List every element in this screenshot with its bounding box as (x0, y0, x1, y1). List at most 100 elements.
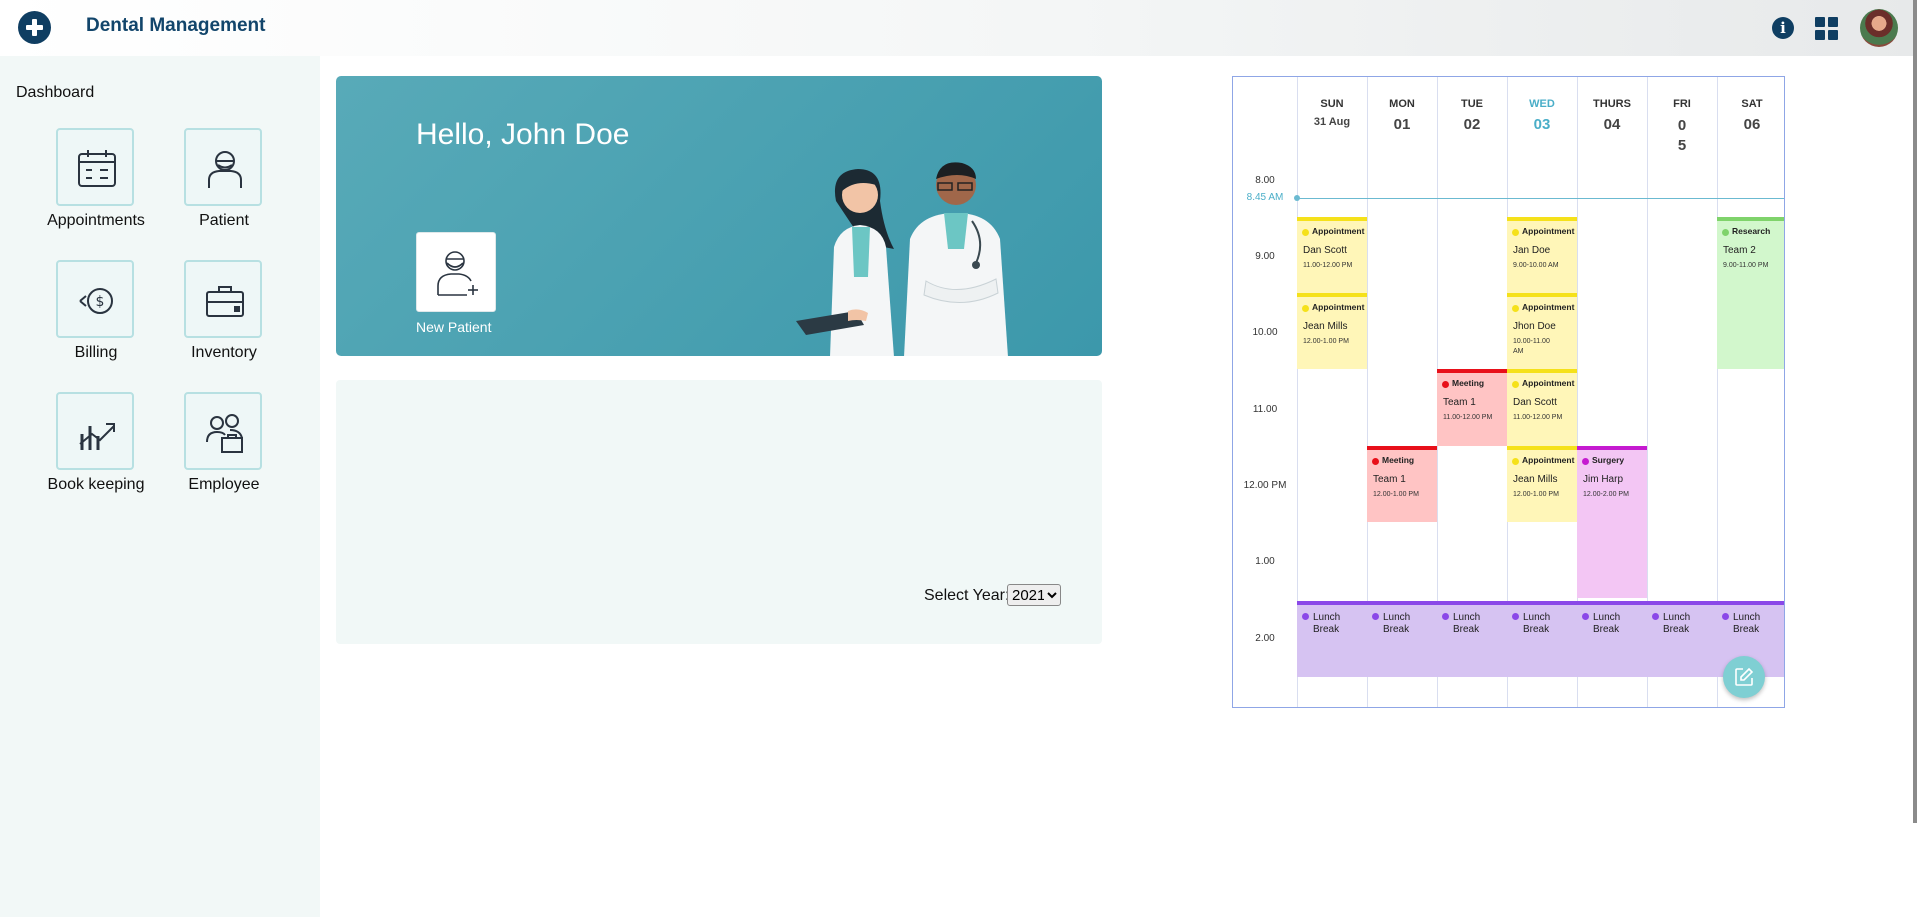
event-surgery[interactable]: Surgery Jim Harp 12.00-2.00 PM (1577, 446, 1647, 598)
event-lunch-break[interactable]: Lunch Break (1297, 601, 1367, 677)
event-type: Appointment (1522, 226, 1575, 236)
bookkeeping-icon (79, 423, 115, 450)
hour-label: 9.00 (1255, 251, 1275, 262)
event-lunch-break[interactable]: Lunch Break (1507, 601, 1577, 677)
day-date-sat: 06 (1743, 116, 1761, 133)
billing-icon: $ (79, 288, 113, 314)
year-select[interactable]: 2021 (1007, 584, 1061, 606)
event-meeting[interactable]: Meeting Team 1 11.00-12.00 PM (1437, 369, 1507, 446)
event-time: 11.00-12.00 PM (1443, 414, 1493, 421)
day-header-fri: FRI (1673, 98, 1691, 110)
chart-panel: Select Year: 2021 (336, 380, 1102, 644)
event-dot (1652, 613, 1659, 620)
day-header-tue: TUE (1461, 98, 1483, 110)
event-type: Lunch Break (1453, 612, 1481, 635)
event-dot (1512, 229, 1519, 236)
select-year-label: Select Year: (924, 587, 1010, 604)
sidebar-item-label[interactable]: Patient (154, 212, 294, 230)
inventory-icon (206, 286, 244, 317)
event-meeting[interactable]: Meeting Team 1 12.00-1.00 PM (1367, 446, 1437, 522)
event-name: Team 2 (1723, 245, 1756, 256)
week-calendar: SUN 31 Aug MON 01 TUE 02 WED 03 THURS 04… (1232, 76, 1785, 708)
event-dot (1372, 613, 1379, 620)
event-appointment[interactable]: Appointment Dan Scott 11.00-12.00 PM (1507, 369, 1577, 446)
event-name: Jan Doe (1513, 245, 1551, 256)
event-dot (1302, 613, 1309, 620)
day-date-mon: 01 (1393, 116, 1411, 133)
event-type: Surgery (1592, 455, 1625, 465)
scrollbar[interactable] (1913, 0, 1917, 823)
event-dot (1442, 613, 1449, 620)
event-lunch-break[interactable]: Lunch Break (1367, 601, 1437, 677)
event-name: Dan Scott (1303, 245, 1347, 256)
event-time: 10.00-11.00 AM (1513, 338, 1550, 355)
sidebar-item-inventory[interactable] (184, 260, 262, 338)
sidebar-item-appointments[interactable] (56, 128, 134, 206)
event-time: 12.00-1.00 PM (1303, 338, 1349, 345)
day-header-mon: MON (1389, 98, 1415, 110)
sidebar-item-label[interactable]: Employee (154, 476, 294, 494)
sidebar-item-label[interactable]: Billing (26, 344, 166, 362)
current-time-label: 8.45 AM (1246, 192, 1284, 203)
event-dot (1582, 613, 1589, 620)
employee-icon (206, 414, 243, 453)
event-type: Lunch Break (1523, 612, 1551, 635)
new-patient-label[interactable]: New Patient (416, 319, 491, 335)
event-type: Meeting (1452, 378, 1485, 388)
hour-label: 12.00 PM (1243, 480, 1287, 491)
user-avatar[interactable] (1860, 9, 1898, 47)
event-type: Appointment (1312, 226, 1365, 236)
patient-icon (208, 151, 242, 188)
welcome-banner: Hello, John Doe New Patient (336, 76, 1102, 356)
event-dot (1372, 458, 1379, 465)
event-research[interactable]: Research Team 2 9.00-11.00 PM (1717, 217, 1784, 369)
event-time: 12.00-2.00 PM (1583, 491, 1629, 498)
event-name: Dan Scott (1513, 397, 1557, 408)
event-dot (1512, 458, 1519, 465)
event-dot (1512, 305, 1519, 312)
sidebar-item-label[interactable]: Inventory (154, 344, 294, 362)
event-dot (1512, 613, 1519, 620)
event-type: Appointment (1522, 302, 1575, 312)
event-name: Jean Mills (1513, 474, 1558, 485)
event-lunch-break[interactable]: Lunch Break (1647, 601, 1717, 677)
day-date-fri: 0 5 (1677, 117, 1687, 154)
event-appointment[interactable]: Appointment Jean Mills 12.00-1.00 PM (1507, 446, 1577, 522)
event-type: Lunch Break (1663, 612, 1691, 635)
event-dot (1302, 305, 1309, 312)
event-appointment[interactable]: Appointment Jan Doe 9.00-10.00 AM (1507, 217, 1577, 293)
sidebar-item-bookkeeping[interactable] (56, 392, 134, 470)
event-time: 9.00-11.00 PM (1723, 262, 1769, 269)
new-patient-button[interactable] (416, 232, 496, 312)
plus-logo-icon[interactable] (18, 11, 51, 44)
event-type: Lunch Break (1733, 612, 1761, 635)
day-date-sun: 31 Aug (1313, 116, 1351, 128)
event-time: 12.00-1.00 PM (1373, 491, 1419, 498)
day-date-thurs: 04 (1603, 116, 1621, 133)
event-dot (1302, 229, 1309, 236)
grid-apps-icon[interactable] (1815, 17, 1839, 41)
hour-label: 1.00 (1255, 556, 1275, 567)
hour-label: 10.00 (1252, 327, 1278, 338)
event-appointment[interactable]: Appointment Jhon Doe 10.00-11.00 AM (1507, 293, 1577, 369)
event-type: Appointment (1522, 455, 1575, 465)
event-appointment[interactable]: Appointment Dan Scott 11.00-12.00 PM (1297, 217, 1367, 293)
sidebar-item-billing[interactable]: $ (56, 260, 134, 338)
event-time: 11.00-12.00 PM (1513, 414, 1563, 421)
day-header-thurs: THURS (1593, 98, 1631, 110)
sidebar-item-employee[interactable] (184, 392, 262, 470)
event-type: Lunch Break (1593, 612, 1621, 635)
sidebar-item-label[interactable]: Appointments (26, 212, 166, 230)
calendar-icon (78, 150, 116, 187)
event-dot (1512, 381, 1519, 388)
info-icon[interactable]: i (1772, 17, 1794, 39)
sidebar-item-patient[interactable] (184, 128, 262, 206)
event-dot (1722, 613, 1729, 620)
greeting-text: Hello, John Doe (416, 118, 630, 151)
current-time-line (1297, 198, 1784, 199)
event-lunch-break[interactable]: Lunch Break (1577, 601, 1647, 677)
event-appointment[interactable]: Appointment Jean Mills 12.00-1.00 PM (1297, 293, 1367, 369)
sidebar-item-label[interactable]: Book keeping (26, 476, 166, 494)
event-lunch-break[interactable]: Lunch Break (1437, 601, 1507, 677)
edit-button[interactable] (1723, 656, 1765, 698)
